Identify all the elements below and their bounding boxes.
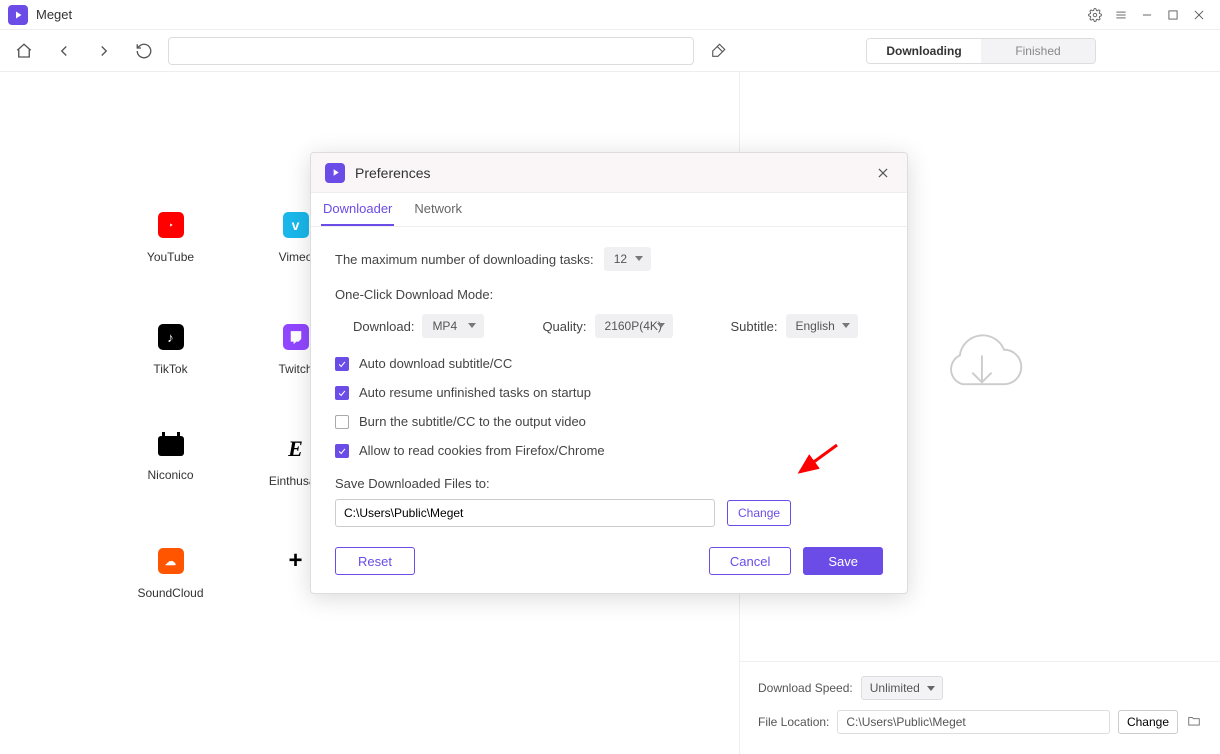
site-niconico[interactable]: Niconico: [108, 436, 233, 488]
clear-icon[interactable]: [702, 37, 734, 65]
dialog-footer: Reset Cancel Save: [311, 537, 907, 593]
menu-icon[interactable]: [1108, 2, 1134, 28]
subtitle-select[interactable]: English: [786, 314, 858, 338]
subtitle-label: Subtitle:: [731, 319, 778, 334]
twitch-icon: [283, 324, 309, 350]
maximize-button[interactable]: [1160, 2, 1186, 28]
tab-downloader[interactable]: Downloader: [321, 193, 394, 226]
dialog-header: Preferences: [311, 153, 907, 193]
cloud-download-icon: [932, 325, 1028, 408]
file-location-path: C:\Users\Public\Meget: [837, 710, 1110, 734]
site-label: Twitch: [278, 362, 312, 376]
niconico-icon: [158, 436, 184, 456]
dialog-body: The maximum number of downloading tasks:…: [311, 227, 907, 537]
dialog-logo: [325, 163, 345, 183]
read-cookies-checkbox[interactable]: [335, 444, 349, 458]
nav-toolbar: [0, 39, 168, 63]
download-speed-label: Download Speed:: [758, 681, 853, 695]
file-location-label: File Location:: [758, 715, 829, 729]
app-title: Meget: [36, 7, 72, 22]
download-format-label: Download:: [353, 319, 414, 334]
site-label: YouTube: [147, 250, 194, 264]
tab-downloading[interactable]: Downloading: [867, 39, 981, 63]
vimeo-icon: v: [283, 212, 309, 238]
quality-label: Quality:: [542, 319, 586, 334]
cancel-button[interactable]: Cancel: [709, 547, 791, 575]
max-tasks-select[interactable]: 12: [604, 247, 651, 271]
plus-icon: +: [283, 548, 309, 574]
save-button[interactable]: Save: [803, 547, 883, 575]
site-label: SoundCloud: [137, 586, 203, 600]
site-label: Vimeo: [279, 250, 313, 264]
preferences-dialog: Preferences Downloader Network The maxim…: [310, 152, 908, 594]
reset-button[interactable]: Reset: [335, 547, 415, 575]
settings-icon[interactable]: [1082, 2, 1108, 28]
reload-icon[interactable]: [132, 39, 156, 63]
checkbox-label: Burn the subtitle/CC to the output video: [359, 414, 586, 429]
download-format-select[interactable]: MP4: [422, 314, 484, 338]
checkbox-label: Auto download subtitle/CC: [359, 356, 512, 371]
checkbox-label: Allow to read cookies from Firefox/Chrom…: [359, 443, 605, 458]
site-youtube[interactable]: YouTube: [108, 212, 233, 264]
download-footer: Download Speed: Unlimited File Location:…: [740, 661, 1220, 754]
site-label: TikTok: [153, 362, 187, 376]
close-button[interactable]: [1186, 2, 1212, 28]
change-location-button[interactable]: Change: [727, 500, 791, 526]
one-click-mode-label: One-Click Download Mode:: [335, 287, 883, 302]
tiktok-icon: ♪: [158, 324, 184, 350]
open-folder-icon[interactable]: [1186, 714, 1202, 731]
youtube-icon: [158, 212, 184, 238]
titlebar: Meget: [0, 0, 1220, 30]
dialog-close-button[interactable]: [873, 163, 893, 183]
minimize-button[interactable]: [1134, 2, 1160, 28]
dialog-title: Preferences: [355, 165, 430, 181]
dialog-tabs: Downloader Network: [311, 193, 907, 227]
home-icon[interactable]: [12, 39, 36, 63]
address-input[interactable]: [168, 37, 694, 65]
toolbar: Downloading Finished: [0, 30, 1220, 72]
site-soundcloud[interactable]: ☁ SoundCloud: [108, 548, 233, 600]
auto-resume-checkbox[interactable]: [335, 386, 349, 400]
site-label: Niconico: [147, 468, 193, 482]
back-icon[interactable]: [52, 39, 76, 63]
tab-finished[interactable]: Finished: [981, 39, 1095, 63]
burn-subtitle-checkbox[interactable]: [335, 415, 349, 429]
download-tab-switcher: Downloading Finished: [866, 38, 1096, 64]
forward-icon[interactable]: [92, 39, 116, 63]
checkbox-label: Auto resume unfinished tasks on startup: [359, 385, 591, 400]
max-tasks-label: The maximum number of downloading tasks:: [335, 252, 594, 267]
download-speed-select[interactable]: Unlimited: [861, 676, 943, 700]
file-location-change-button[interactable]: Change: [1118, 710, 1178, 734]
auto-download-subtitle-checkbox[interactable]: [335, 357, 349, 371]
soundcloud-icon: ☁: [158, 548, 184, 574]
app-logo: [8, 5, 28, 25]
quality-select[interactable]: 2160P(4K): [595, 314, 673, 338]
save-location-input[interactable]: [335, 499, 715, 527]
einthusan-icon: E: [283, 436, 309, 462]
site-tiktok[interactable]: ♪ TikTok: [108, 324, 233, 376]
tab-network[interactable]: Network: [412, 193, 464, 226]
save-location-label: Save Downloaded Files to:: [335, 476, 883, 491]
